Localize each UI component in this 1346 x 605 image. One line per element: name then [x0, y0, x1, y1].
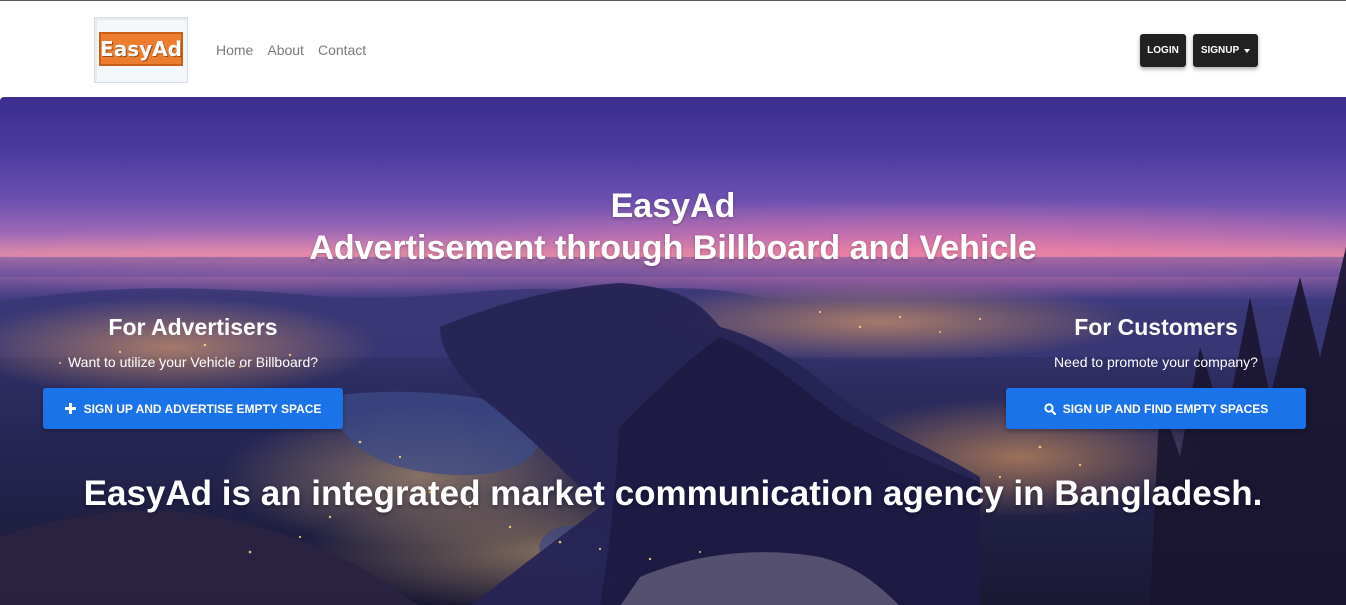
login-button-label: LOGIN	[1147, 45, 1179, 56]
signup-advertise-button-label: SIGN UP AND ADVERTISE EMPTY SPACE	[83, 401, 322, 416]
advertisers-heading: For Advertisers	[108, 314, 278, 340]
hero-tagline: EasyAd is an integrated market communica…	[83, 474, 1263, 513]
customers-heading: For Customers	[1074, 314, 1238, 340]
signup-dropdown-button[interactable]: SIGNUP	[1193, 34, 1258, 67]
signup-advertise-button[interactable]: SIGN UP AND ADVERTISE EMPTY SPACE	[43, 388, 343, 429]
customers-text: Need to promote your company?	[1054, 354, 1258, 370]
logo-text: EasyAd	[100, 37, 182, 61]
signup-button-label: SIGNUP	[1200, 45, 1240, 56]
caret-down-icon	[1244, 48, 1251, 53]
nav-link-contact[interactable]: Contact	[318, 41, 366, 59]
nav-links: Home About Contact	[216, 41, 366, 59]
hero-title: EasyAd	[610, 187, 736, 225]
advertisers-panel: For Advertisers Want to utilize your Veh…	[43, 312, 343, 429]
login-button[interactable]: LOGIN	[1140, 34, 1186, 67]
search-icon	[1044, 402, 1056, 415]
logo-badge: EasyAd	[99, 32, 183, 66]
advertisers-text: Want to utilize your Vehicle or Billboar…	[67, 354, 319, 370]
navbar: EasyAd Home About Contact LOGIN SIGNUP	[0, 1, 1346, 97]
nav-link-home[interactable]: Home	[216, 41, 253, 59]
hero-section: EasyAd Advertisement through Billboard a…	[0, 97, 1346, 605]
plus-icon	[65, 403, 77, 415]
logo[interactable]: EasyAd	[94, 17, 188, 83]
signup-find-spaces-button[interactable]: SIGN UP AND FIND EMPTY SPACES	[1006, 388, 1306, 429]
hero-subtitle: Advertisement through Billboard and Vehi…	[309, 229, 1037, 267]
page: EasyAd Home About Contact LOGIN SIGNUP E…	[0, 0, 1346, 605]
signup-find-spaces-button-label: SIGN UP AND FIND EMPTY SPACES	[1062, 401, 1269, 416]
customers-panel: For Customers Need to promote your compa…	[1006, 312, 1306, 429]
nav-link-about[interactable]: About	[267, 41, 304, 59]
